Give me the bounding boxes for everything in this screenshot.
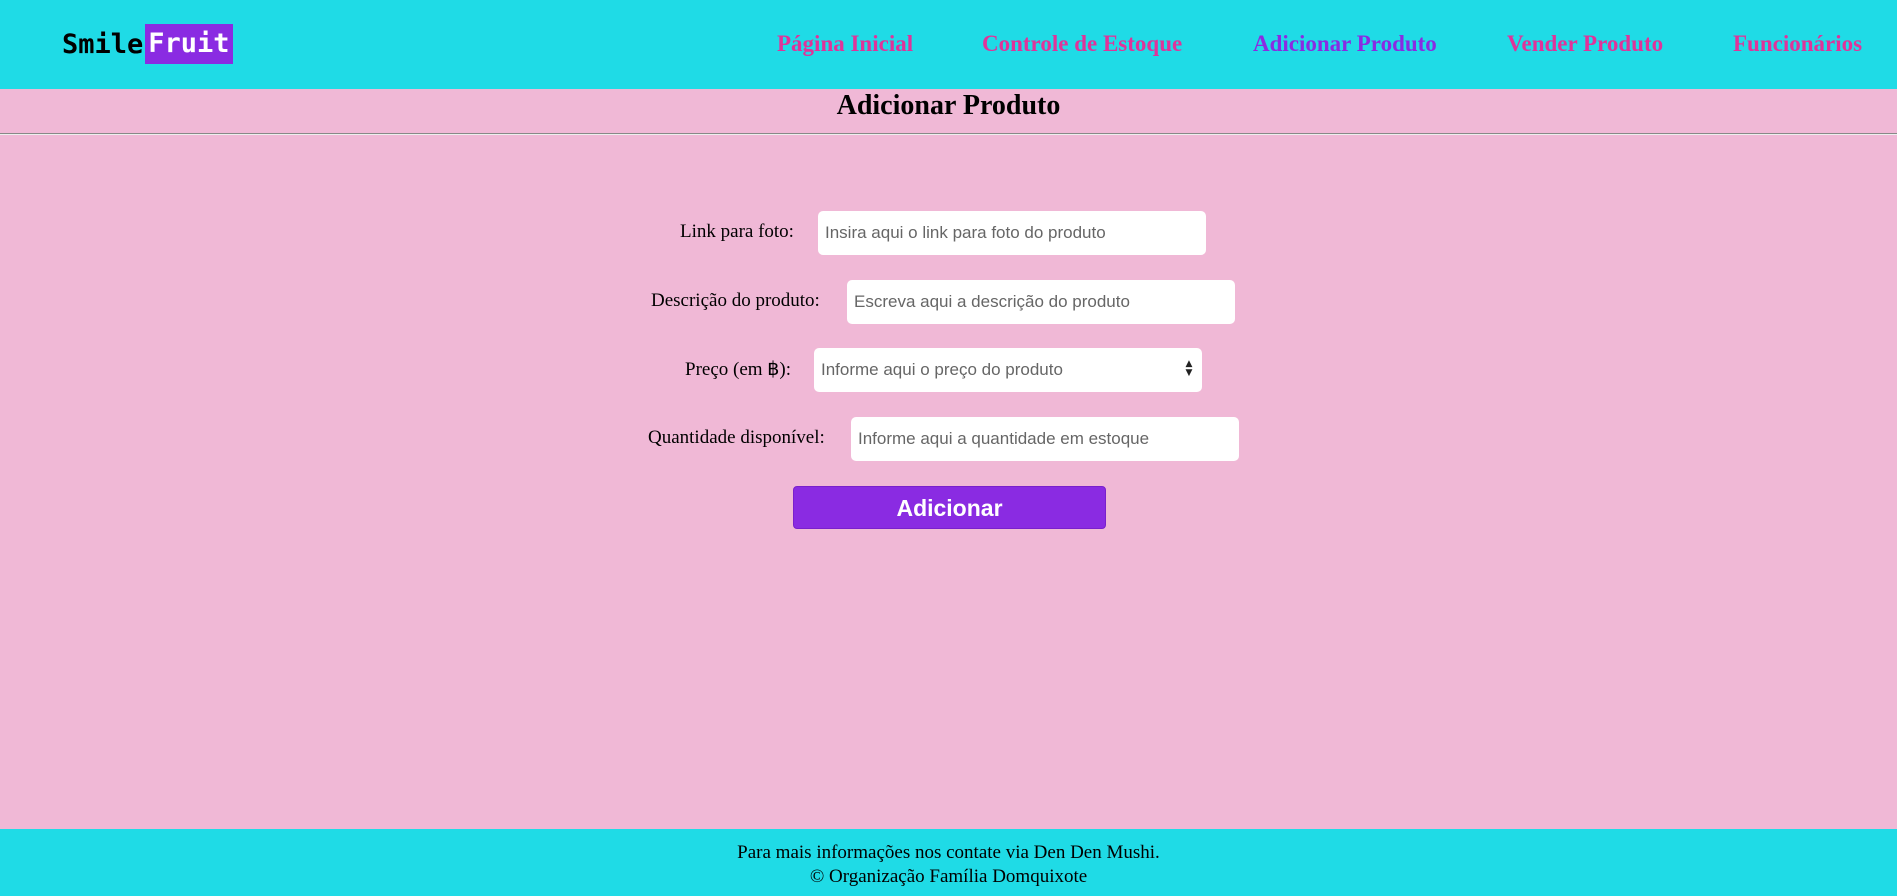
logo-text-smile: Smile (62, 28, 144, 60)
add-button[interactable]: Adicionar (793, 486, 1106, 529)
footer-contact-text: Para mais informações nos contate via De… (737, 842, 1160, 863)
page: Smile Fruit Página Inicial Controle de Es… (0, 0, 1897, 896)
nav-link-add-product[interactable]: Adicionar Produto (1253, 26, 1437, 62)
page-title: Adicionar Produto (836, 90, 1061, 121)
quantity-label: Quantidade disponível: (648, 427, 825, 448)
description-input[interactable] (847, 280, 1235, 324)
price-input[interactable] (814, 348, 1202, 392)
nav-link-employees[interactable]: Funcionários (1733, 26, 1862, 62)
nav-link-home[interactable]: Página Inicial (777, 26, 913, 62)
top-nav-bar: Smile Fruit Página Inicial Controle de Es… (0, 0, 1897, 89)
quantity-input[interactable] (851, 417, 1239, 461)
logo-text-fruit: Fruit (145, 24, 233, 64)
stepper-down-icon[interactable]: ▼ (1186, 369, 1193, 378)
photo-link-input[interactable] (818, 211, 1206, 255)
photo-link-label: Link para foto: (680, 221, 794, 242)
footer: Para mais informações nos contate via De… (0, 829, 1897, 896)
number-stepper-icon[interactable]: ▲ ▼ (1182, 358, 1196, 380)
nav-link-stock-control[interactable]: Controle de Estoque (982, 26, 1182, 62)
price-field-wrapper: ▲ ▼ (814, 348, 1202, 392)
footer-copyright: © Organização Família Domquixote (809, 866, 1088, 887)
title-divider (0, 133, 1897, 135)
price-label: Preço (em ฿): (685, 359, 791, 380)
nav-link-sell-product[interactable]: Vender Produto (1507, 26, 1663, 62)
brand-logo[interactable]: Smile Fruit (62, 24, 233, 64)
description-label: Descrição do produto: (651, 290, 820, 311)
